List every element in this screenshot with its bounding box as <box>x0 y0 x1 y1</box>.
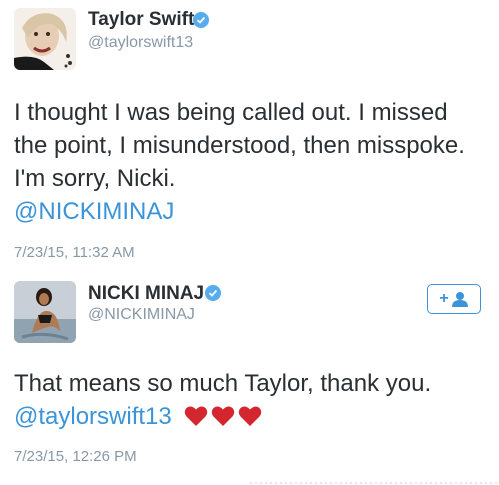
red-heart-icon <box>239 406 262 426</box>
tweet-text: That means so much Taylor, thank you. @t… <box>14 367 494 433</box>
tweet-text-line: That means so much Taylor, thank you. <box>14 370 432 397</box>
avatar[interactable] <box>14 281 76 343</box>
image-edge-artifact <box>250 482 499 484</box>
timestamp[interactable]: 7/23/15, 11:32 AM <box>14 244 135 261</box>
display-name[interactable]: NICKI MINAJ <box>88 283 204 305</box>
handle[interactable]: @NICKIMINAJ <box>88 306 195 324</box>
tweet-text: I thought I was being called out. I miss… <box>14 96 494 228</box>
avatar[interactable] <box>14 8 76 70</box>
tweet-text-line: the point, I misunderstood, then misspok… <box>14 132 465 159</box>
mention-link[interactable]: @taylorswift13 <box>14 403 172 430</box>
tweet-nickiminaj: NICKI MINAJ @NICKIMINAJ + That means so … <box>0 272 499 485</box>
avatar-image <box>14 281 76 343</box>
follow-user-icon <box>451 292 468 307</box>
hearts-emoji-group <box>184 405 262 427</box>
handle[interactable]: @taylorswift13 <box>88 34 193 52</box>
tweet-text-line: I'm sorry, Nicki. <box>14 165 176 192</box>
red-heart-icon <box>212 406 235 426</box>
display-name[interactable]: Taylor Swift <box>88 9 194 31</box>
tweet-text-line: I thought I was being called out. I miss… <box>14 99 448 126</box>
avatar-image <box>14 8 76 70</box>
red-heart-icon <box>185 406 208 426</box>
verified-badge-icon <box>193 12 209 28</box>
tweet-taylorswift: Taylor Swift @taylorswift13 I thought I … <box>0 0 499 272</box>
mention-link[interactable]: @NICKIMINAJ <box>14 198 174 225</box>
plus-icon: + <box>439 290 449 307</box>
verified-badge-icon <box>205 285 221 301</box>
follow-button[interactable]: + <box>427 284 481 314</box>
timestamp[interactable]: 7/23/15, 12:26 PM <box>14 448 137 465</box>
